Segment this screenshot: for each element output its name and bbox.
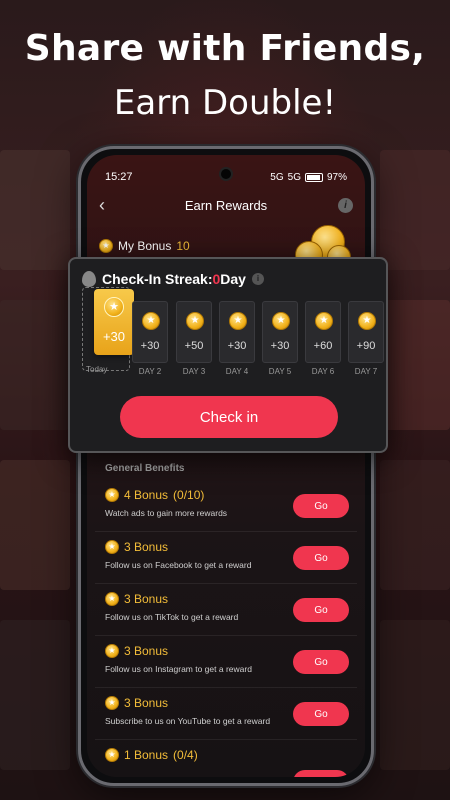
bonus-progress: (0/4) xyxy=(173,748,198,762)
go-button[interactable]: Go xyxy=(293,546,349,570)
status-indicators: 5G 5G 97% xyxy=(270,172,347,183)
my-bonus: My Bonus 10 xyxy=(99,239,190,253)
status-bar: 15:27 5G 5G 97% xyxy=(105,169,347,185)
coin-icon xyxy=(105,540,119,554)
phone-frame: 15:27 5G 5G 97% ‹ Earn Rewards i My Bonu… xyxy=(78,146,374,786)
go-button[interactable]: Go xyxy=(293,650,349,674)
signal-icon: 5G xyxy=(287,171,301,183)
flame-icon xyxy=(82,271,96,287)
day-label: DAY 4 xyxy=(225,367,249,376)
info-icon[interactable]: i xyxy=(251,273,264,285)
day-amount: +30 xyxy=(227,340,247,352)
checkin-streak-card: Check-In Streak: 0 Day i +30 Today +30 D… xyxy=(68,257,388,453)
day-reward: +50 DAY 3 xyxy=(176,301,212,376)
list-item: 4 Bonus(0/10) Watch ads to gain more rew… xyxy=(95,480,357,532)
battery-level: 97% xyxy=(326,171,347,183)
my-bonus-label: My Bonus xyxy=(118,239,172,253)
day-label: DAY 3 xyxy=(182,367,206,376)
day-label: DAY 5 xyxy=(268,367,292,376)
go-button[interactable]: Go xyxy=(293,494,349,518)
benefits-list: General Benefits 4 Bonus(0/10) Watch ads… xyxy=(95,457,357,777)
coin-icon xyxy=(272,312,290,330)
coin-icon xyxy=(358,312,376,330)
promo-headline: Share with Friends, xyxy=(24,28,426,69)
coin-icon xyxy=(105,748,119,762)
day-label: DAY 6 xyxy=(311,367,335,376)
bonus-progress: (0/10) xyxy=(173,488,205,502)
background-poster xyxy=(0,620,70,770)
day-reward: +30 DAY 4 xyxy=(219,301,255,376)
day-reward: +30 DAY 5 xyxy=(262,301,298,376)
list-item: 3 Bonus Follow us on Facebook to get a r… xyxy=(95,532,357,584)
day-reward: +60 DAY 6 xyxy=(305,301,341,376)
phone-screen: 15:27 5G 5G 97% ‹ Earn Rewards i My Bonu… xyxy=(87,155,365,777)
coin-icon xyxy=(142,312,160,330)
coin-icon xyxy=(99,239,113,253)
bonus-amount: 4 Bonus xyxy=(124,488,169,502)
background-poster xyxy=(0,150,70,270)
coin-icon xyxy=(105,488,119,502)
bonus-amount: 3 Bonus xyxy=(124,696,169,710)
info-icon[interactable]: i xyxy=(338,197,353,213)
promo-subheadline: Earn Double! xyxy=(113,83,337,123)
streak-count: 0 xyxy=(212,271,221,287)
day-reward: +90 DAY 7 xyxy=(348,301,384,376)
my-bonus-value: 10 xyxy=(176,239,190,253)
checkin-title: Check-In Streak: 0 Day i xyxy=(82,271,264,287)
coin-icon xyxy=(105,644,119,658)
bonus-amount: 3 Bonus xyxy=(124,540,169,554)
background-poster xyxy=(380,150,450,270)
check-in-button[interactable]: Check in xyxy=(120,396,338,438)
day-amount: +30 xyxy=(140,340,160,352)
day-amount: +50 xyxy=(184,340,204,352)
signal-icon: 5G xyxy=(270,171,284,183)
day-amount: +30 xyxy=(270,340,290,352)
list-item: 3 Bonus Follow us on Instagram to get a … xyxy=(95,636,357,688)
list-item: 3 Bonus Subscribe to us on YouTube to ge… xyxy=(95,688,357,740)
background-poster xyxy=(380,620,450,770)
go-button[interactable]: Go xyxy=(293,598,349,622)
status-time: 15:27 xyxy=(105,171,133,183)
coin-icon xyxy=(105,592,119,606)
background-poster xyxy=(380,460,450,590)
background-poster xyxy=(0,460,70,590)
list-item: 3 Bonus Follow us on TikTok to get a rew… xyxy=(95,584,357,636)
day-reward: +30 DAY 2 xyxy=(132,301,168,376)
go-button[interactable]: Go xyxy=(293,702,349,726)
battery-icon xyxy=(304,172,323,182)
day-amount: +60 xyxy=(313,340,333,352)
background-poster xyxy=(0,300,70,430)
bonus-amount: 1 Bonus xyxy=(124,748,169,762)
bonus-amount: 3 Bonus xyxy=(124,592,169,606)
list-item: 1 Bonus (0/4) xyxy=(95,740,357,777)
go-button[interactable] xyxy=(293,770,349,777)
bonus-amount: 3 Bonus xyxy=(124,644,169,658)
day-label: DAY 7 xyxy=(354,367,378,376)
benefits-heading: General Benefits xyxy=(105,463,185,474)
background-poster xyxy=(380,300,450,430)
coin-icon xyxy=(105,696,119,710)
day-label: DAY 2 xyxy=(138,367,162,376)
app-header: ‹ Earn Rewards i xyxy=(87,191,365,219)
day-amount: +90 xyxy=(356,340,376,352)
checkin-title-prefix: Check-In Streak: xyxy=(102,271,213,287)
streak-unit: Day xyxy=(220,271,246,287)
back-arrow-icon[interactable]: ‹ xyxy=(99,195,105,216)
coin-icon xyxy=(315,312,333,330)
coin-icon xyxy=(186,312,204,330)
day-rewards: +30 DAY 2 +50 DAY 3 +30 DAY 4 +30 DAY 5 … xyxy=(80,301,384,381)
page-title: Earn Rewards xyxy=(184,197,268,213)
coin-icon xyxy=(229,312,247,330)
